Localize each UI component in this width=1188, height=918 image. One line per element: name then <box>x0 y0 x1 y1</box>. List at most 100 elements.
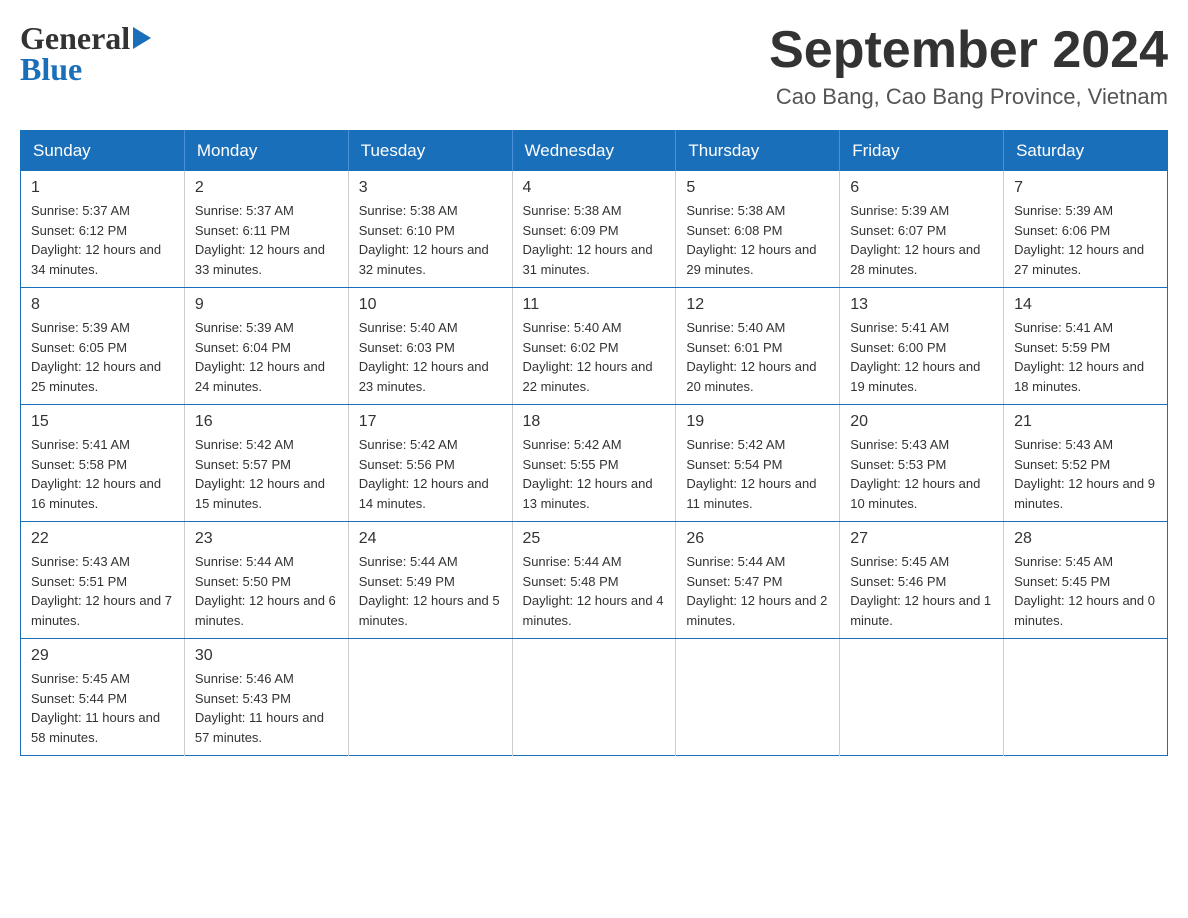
calendar-cell: 8 Sunrise: 5:39 AMSunset: 6:05 PMDaylight… <box>21 288 185 405</box>
calendar-header-tuesday: Tuesday <box>348 131 512 172</box>
calendar-cell: 15 Sunrise: 5:41 AMSunset: 5:58 PMDayligh… <box>21 405 185 522</box>
calendar-header-wednesday: Wednesday <box>512 131 676 172</box>
day-number: 29 <box>31 647 174 665</box>
day-info: Sunrise: 5:40 AMSunset: 6:01 PMDaylight:… <box>686 318 829 396</box>
calendar-header-friday: Friday <box>840 131 1004 172</box>
calendar-cell: 12Sunrise: 5:40 AMSunset: 6:01 PMDayligh… <box>676 288 840 405</box>
day-info: Sunrise: 5:39 AMSunset: 6:04 PMDaylight:… <box>195 318 338 396</box>
calendar-cell: 22 Sunrise: 5:43 AMSunset: 5:51 PMDayligh… <box>21 522 185 639</box>
day-number: 16 <box>195 413 338 431</box>
day-number: 22 <box>31 530 174 548</box>
day-number: 18 <box>523 413 666 431</box>
day-number: 13 <box>850 296 993 314</box>
calendar-cell <box>840 639 1004 756</box>
calendar-cell: 18 Sunrise: 5:42 AMSunset: 5:55 PMDayligh… <box>512 405 676 522</box>
day-number: 19 <box>686 413 829 431</box>
page-title: September 2024 <box>769 20 1168 80</box>
day-info: Sunrise: 5:37 AMSunset: 6:12 PMDaylight:… <box>31 201 174 279</box>
day-number: 28 <box>1014 530 1157 548</box>
day-info: Sunrise: 5:46 AMSunset: 5:43 PMDaylight:… <box>195 669 338 747</box>
day-info: Sunrise: 5:41 AMSunset: 6:00 PMDaylight:… <box>850 318 993 396</box>
calendar-header-thursday: Thursday <box>676 131 840 172</box>
calendar-header-monday: Monday <box>184 131 348 172</box>
logo-triangle-icon <box>133 27 151 49</box>
day-info: Sunrise: 5:45 AMSunset: 5:45 PMDaylight:… <box>1014 552 1157 630</box>
day-number: 21 <box>1014 413 1157 431</box>
calendar-cell: 5 Sunrise: 5:38 AMSunset: 6:08 PMDaylight… <box>676 171 840 288</box>
calendar-table: SundayMondayTuesdayWednesdayThursdayFrid… <box>20 130 1168 756</box>
calendar-cell: 1Sunrise: 5:37 AMSunset: 6:12 PMDaylight… <box>21 171 185 288</box>
day-info: Sunrise: 5:43 AMSunset: 5:51 PMDaylight:… <box>31 552 174 630</box>
calendar-cell: 6 Sunrise: 5:39 AMSunset: 6:07 PMDaylight… <box>840 171 1004 288</box>
calendar-cell <box>676 639 840 756</box>
day-info: Sunrise: 5:38 AMSunset: 6:09 PMDaylight:… <box>523 201 666 279</box>
calendar-cell <box>1004 639 1168 756</box>
day-info: Sunrise: 5:42 AMSunset: 5:57 PMDaylight:… <box>195 435 338 513</box>
day-info: Sunrise: 5:45 AMSunset: 5:44 PMDaylight:… <box>31 669 174 747</box>
day-info: Sunrise: 5:42 AMSunset: 5:56 PMDaylight:… <box>359 435 502 513</box>
calendar-cell: 3 Sunrise: 5:38 AMSunset: 6:10 PMDaylight… <box>348 171 512 288</box>
calendar-cell: 9 Sunrise: 5:39 AMSunset: 6:04 PMDaylight… <box>184 288 348 405</box>
day-number: 20 <box>850 413 993 431</box>
day-info: Sunrise: 5:39 AMSunset: 6:07 PMDaylight:… <box>850 201 993 279</box>
day-number: 3 <box>359 179 502 197</box>
day-number: 6 <box>850 179 993 197</box>
calendar-cell: 21 Sunrise: 5:43 AMSunset: 5:52 PMDayligh… <box>1004 405 1168 522</box>
day-info: Sunrise: 5:43 AMSunset: 5:53 PMDaylight:… <box>850 435 993 513</box>
calendar-cell: 11 Sunrise: 5:40 AMSunset: 6:02 PMDayligh… <box>512 288 676 405</box>
calendar-cell: 14 Sunrise: 5:41 AMSunset: 5:59 PMDayligh… <box>1004 288 1168 405</box>
day-info: Sunrise: 5:37 AMSunset: 6:11 PMDaylight:… <box>195 201 338 279</box>
calendar-cell: 20 Sunrise: 5:43 AMSunset: 5:53 PMDayligh… <box>840 405 1004 522</box>
day-number: 9 <box>195 296 338 314</box>
day-number: 17 <box>359 413 502 431</box>
day-info: Sunrise: 5:39 AMSunset: 6:06 PMDaylight:… <box>1014 201 1157 279</box>
day-number: 15 <box>31 413 174 431</box>
page-header: General Blue September 2024 Cao Bang, Ca… <box>20 20 1168 110</box>
day-info: Sunrise: 5:38 AMSunset: 6:10 PMDaylight:… <box>359 201 502 279</box>
day-info: Sunrise: 5:45 AMSunset: 5:46 PMDaylight:… <box>850 552 993 630</box>
day-number: 4 <box>523 179 666 197</box>
calendar-week-row: 29 Sunrise: 5:45 AMSunset: 5:44 PMDayligh… <box>21 639 1168 756</box>
day-number: 24 <box>359 530 502 548</box>
calendar-week-row: 8 Sunrise: 5:39 AMSunset: 6:05 PMDaylight… <box>21 288 1168 405</box>
calendar-cell: 10Sunrise: 5:40 AMSunset: 6:03 PMDayligh… <box>348 288 512 405</box>
day-info: Sunrise: 5:43 AMSunset: 5:52 PMDaylight:… <box>1014 435 1157 513</box>
calendar-cell: 16 Sunrise: 5:42 AMSunset: 5:57 PMDayligh… <box>184 405 348 522</box>
calendar-week-row: 1Sunrise: 5:37 AMSunset: 6:12 PMDaylight… <box>21 171 1168 288</box>
day-info: Sunrise: 5:39 AMSunset: 6:05 PMDaylight:… <box>31 318 174 396</box>
logo-blue-text: Blue <box>20 51 82 87</box>
day-info: Sunrise: 5:41 AMSunset: 5:58 PMDaylight:… <box>31 435 174 513</box>
day-number: 14 <box>1014 296 1157 314</box>
day-info: Sunrise: 5:44 AMSunset: 5:47 PMDaylight:… <box>686 552 829 630</box>
calendar-cell <box>512 639 676 756</box>
day-info: Sunrise: 5:40 AMSunset: 6:02 PMDaylight:… <box>523 318 666 396</box>
day-number: 8 <box>31 296 174 314</box>
day-number: 2 <box>195 179 338 197</box>
day-info: Sunrise: 5:38 AMSunset: 6:08 PMDaylight:… <box>686 201 829 279</box>
calendar-cell: 19Sunrise: 5:42 AMSunset: 5:54 PMDayligh… <box>676 405 840 522</box>
day-number: 7 <box>1014 179 1157 197</box>
calendar-cell: 17 Sunrise: 5:42 AMSunset: 5:56 PMDayligh… <box>348 405 512 522</box>
calendar-cell <box>348 639 512 756</box>
day-number: 23 <box>195 530 338 548</box>
day-number: 26 <box>686 530 829 548</box>
calendar-week-row: 22 Sunrise: 5:43 AMSunset: 5:51 PMDayligh… <box>21 522 1168 639</box>
page-subtitle: Cao Bang, Cao Bang Province, Vietnam <box>769 84 1168 110</box>
day-number: 30 <box>195 647 338 665</box>
calendar-cell: 23Sunrise: 5:44 AMSunset: 5:50 PMDayligh… <box>184 522 348 639</box>
day-number: 11 <box>523 296 666 314</box>
day-number: 25 <box>523 530 666 548</box>
day-number: 10 <box>359 296 502 314</box>
day-number: 5 <box>686 179 829 197</box>
day-number: 27 <box>850 530 993 548</box>
logo: General Blue <box>20 20 151 88</box>
calendar-cell: 27 Sunrise: 5:45 AMSunset: 5:46 PMDayligh… <box>840 522 1004 639</box>
calendar-week-row: 15 Sunrise: 5:41 AMSunset: 5:58 PMDayligh… <box>21 405 1168 522</box>
calendar-cell: 2 Sunrise: 5:37 AMSunset: 6:11 PMDaylight… <box>184 171 348 288</box>
day-info: Sunrise: 5:44 AMSunset: 5:48 PMDaylight:… <box>523 552 666 630</box>
calendar-cell: 28 Sunrise: 5:45 AMSunset: 5:45 PMDayligh… <box>1004 522 1168 639</box>
day-info: Sunrise: 5:41 AMSunset: 5:59 PMDaylight:… <box>1014 318 1157 396</box>
day-info: Sunrise: 5:42 AMSunset: 5:55 PMDaylight:… <box>523 435 666 513</box>
calendar-cell: 13 Sunrise: 5:41 AMSunset: 6:00 PMDayligh… <box>840 288 1004 405</box>
day-info: Sunrise: 5:44 AMSunset: 5:49 PMDaylight:… <box>359 552 502 630</box>
